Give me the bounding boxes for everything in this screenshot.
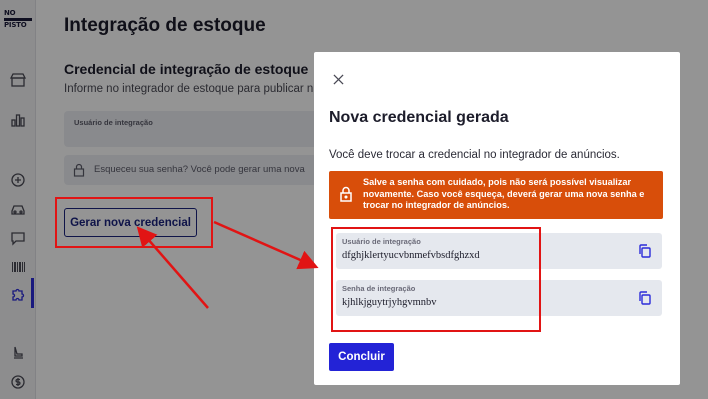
close-icon[interactable] (329, 70, 347, 88)
new-credential-modal: Nova credencial gerada Você deve trocar … (314, 52, 680, 385)
modal-description: Você deve trocar a credencial no integra… (329, 149, 620, 161)
copy-icon[interactable] (637, 290, 653, 306)
lock-icon (339, 186, 353, 202)
conclude-button[interactable]: Concluir (329, 343, 394, 371)
annotation-box-fields (331, 227, 541, 332)
modal-title: Nova credencial gerada (329, 109, 509, 126)
annotation-box-button (55, 197, 213, 248)
warning-text: Salve a senha com cuidado, pois não será… (363, 177, 645, 211)
warning-banner: Salve a senha com cuidado, pois não será… (329, 171, 663, 219)
copy-icon[interactable] (637, 243, 653, 259)
